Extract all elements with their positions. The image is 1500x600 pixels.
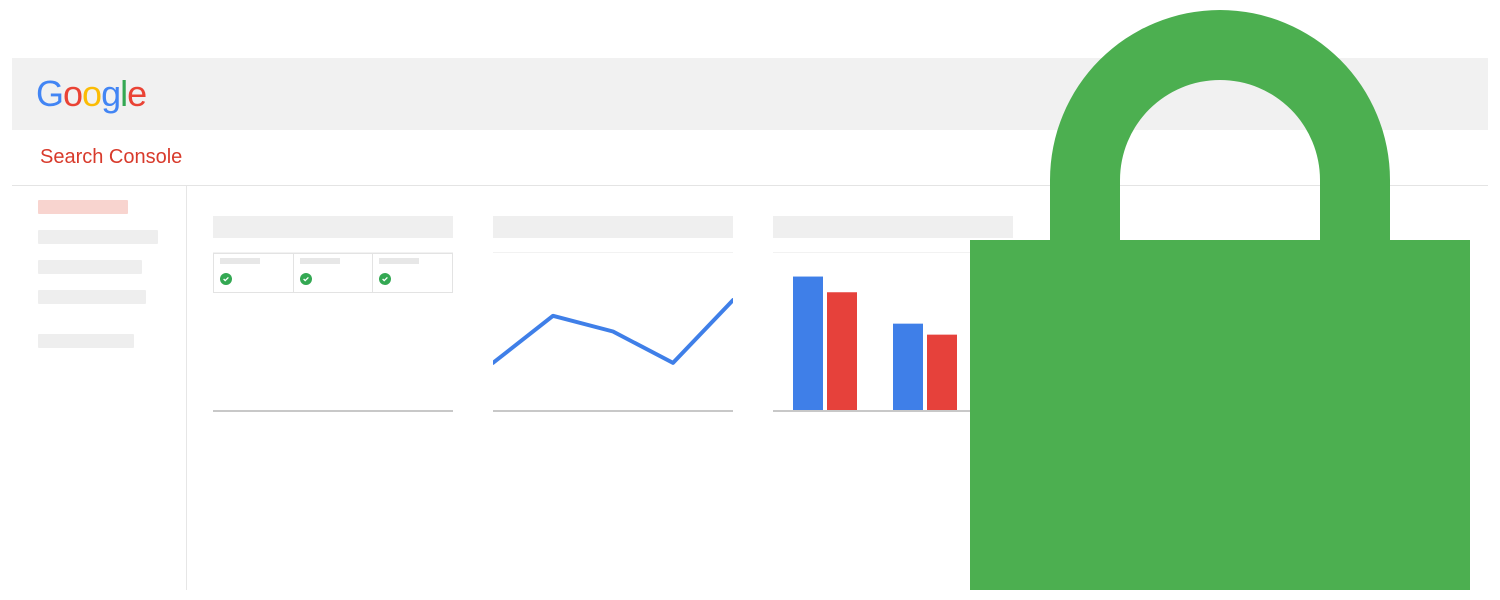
- checkmark-icon: [300, 273, 312, 285]
- card-header: [493, 216, 733, 238]
- sidebar-item[interactable]: [38, 334, 134, 348]
- content: [186, 186, 1488, 590]
- page: Google Search Console: [0, 0, 1500, 600]
- product-row: Search Console: [12, 130, 1488, 186]
- bar-chart: [773, 253, 1013, 410]
- status-row: [213, 253, 453, 293]
- product-name[interactable]: Search Console: [40, 146, 182, 169]
- checkmark-icon: [379, 273, 391, 285]
- status-label: [300, 258, 340, 264]
- card-bar-chart: [773, 216, 1013, 412]
- checkmark-icon: [220, 273, 232, 285]
- topbar: Google: [12, 58, 1488, 130]
- status-cell: [214, 254, 294, 292]
- card-header: [773, 216, 1013, 238]
- status-label: [379, 258, 419, 264]
- card-line-chart: [493, 216, 733, 412]
- card-body: [493, 252, 733, 412]
- card-header: [213, 216, 453, 238]
- card-status: [213, 216, 453, 412]
- status-cell: [373, 254, 452, 292]
- sidebar-item-active[interactable]: [38, 200, 128, 214]
- card-body: [773, 252, 1013, 412]
- sidebar-item[interactable]: [38, 290, 146, 304]
- card-body: [213, 252, 453, 412]
- cards-row: [213, 186, 1462, 412]
- sidebar: [12, 200, 186, 364]
- google-logo: Google: [36, 73, 146, 115]
- body: [12, 186, 1488, 590]
- line-chart: [493, 253, 733, 410]
- sidebar-item[interactable]: [38, 260, 142, 274]
- status-label: [220, 258, 260, 264]
- sidebar-item[interactable]: [38, 230, 158, 244]
- status-cell: [294, 254, 374, 292]
